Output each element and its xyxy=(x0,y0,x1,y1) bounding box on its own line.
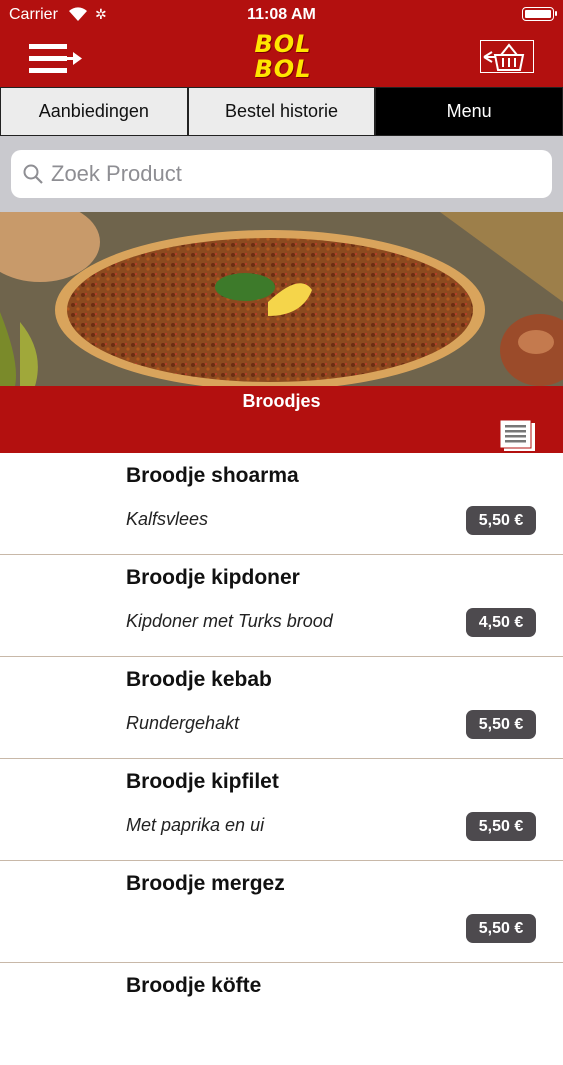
product-name: Broodje shoarma xyxy=(126,464,299,487)
product-name: Broodje kipdoner xyxy=(126,566,300,589)
price-badge[interactable]: 5,50 € xyxy=(466,506,536,535)
category-banner-image xyxy=(0,212,563,386)
price-badge[interactable]: 5,50 € xyxy=(466,914,536,943)
price-badge[interactable]: 4,50 € xyxy=(466,608,536,637)
product-description: Met paprika en ui xyxy=(126,815,265,835)
list-item[interactable]: Broodje köfte xyxy=(0,963,563,1065)
battery-icon xyxy=(522,7,557,21)
tab-bestel-historie[interactable]: Bestel historie xyxy=(187,87,376,136)
price-badge[interactable]: 5,50 € xyxy=(466,812,536,841)
logo-line-2: BOL xyxy=(254,55,312,83)
search-placeholder: Zoek Product xyxy=(51,161,182,186)
list-item[interactable]: Broodje kipdoner Kipdoner met Turks broo… xyxy=(0,555,563,657)
category-header: Broodjes xyxy=(0,386,563,453)
product-name: Broodje köfte xyxy=(126,974,262,997)
bolbol-logo: BOL BOL xyxy=(253,32,313,82)
shopping-basket-icon xyxy=(483,43,525,71)
list-item[interactable]: Broodje kebab Rundergehakt 5,50 € xyxy=(0,657,563,759)
search-icon xyxy=(23,164,43,189)
product-description: Kalfsvlees xyxy=(126,509,209,529)
segmented-tabs: Aanbiedingen Bestel historie Menu xyxy=(0,87,563,136)
product-name: Broodje kebab xyxy=(126,668,272,691)
search-bar: Zoek Product xyxy=(0,136,563,212)
category-title: Broodjes xyxy=(242,391,321,411)
menu-button[interactable] xyxy=(29,44,83,74)
logo-line-1: BOL xyxy=(254,30,312,58)
status-bar: Carrier ✲ 11:08 AM xyxy=(0,0,563,30)
list-item[interactable]: Broodje kipfilet Met paprika en ui 5,50 … xyxy=(0,759,563,861)
cart-button[interactable] xyxy=(480,40,534,73)
product-name: Broodje kipfilet xyxy=(126,770,279,793)
list-item[interactable]: Broodje mergez 5,50 € xyxy=(0,861,563,963)
product-description: Rundergehakt xyxy=(126,713,240,733)
list-item[interactable]: Broodje shoarma Kalfsvlees 5,50 € xyxy=(0,453,563,555)
search-input[interactable]: Zoek Product xyxy=(11,150,552,198)
menu-arrow-icon xyxy=(29,44,82,73)
tab-menu[interactable]: Menu xyxy=(375,87,563,136)
price-badge[interactable]: 5,50 € xyxy=(466,710,536,739)
product-name: Broodje mergez xyxy=(126,872,285,895)
tab-aanbiedingen[interactable]: Aanbiedingen xyxy=(0,87,188,136)
product-description: Kipdoner met Turks brood xyxy=(126,611,333,631)
clock: 11:08 AM xyxy=(247,6,316,23)
nav-bar: BOL BOL xyxy=(0,30,563,87)
